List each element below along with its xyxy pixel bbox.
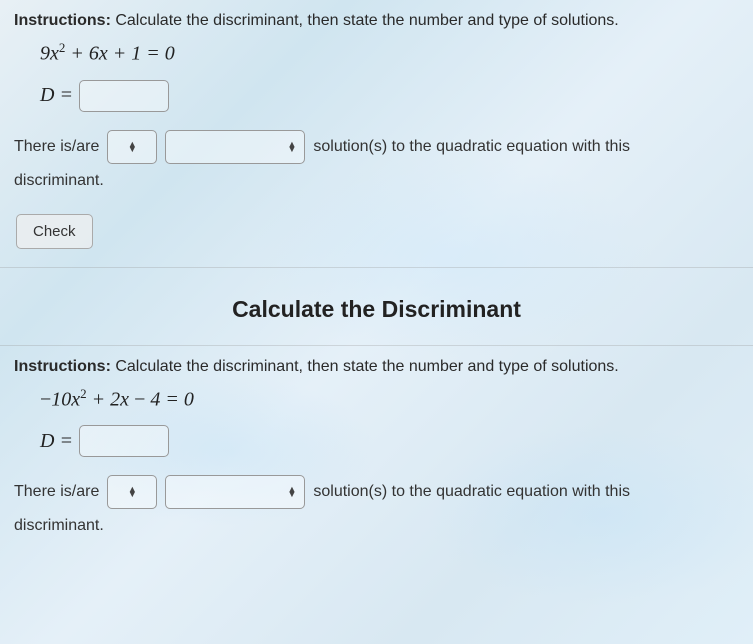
problem-2: Instructions: Calculate the discriminant… bbox=[0, 346, 753, 562]
type-stepper-2[interactable]: ▲▼ bbox=[165, 475, 305, 509]
instructions-line: Instructions: Calculate the discriminant… bbox=[14, 12, 739, 30]
sentence-after-2: solution(s) to the quadratic equation wi… bbox=[313, 483, 630, 501]
instructions-label: Instructions: bbox=[14, 12, 111, 29]
instructions-label-2: Instructions: bbox=[14, 358, 111, 375]
stepper-arrows-icon: ▲▼ bbox=[128, 142, 137, 152]
discriminant-row-2: D = bbox=[40, 425, 739, 457]
stepper-arrows-icon: ▲▼ bbox=[287, 142, 296, 152]
sentence-end-row-2: discriminant. bbox=[14, 517, 739, 535]
sentence-before-2: There is/are bbox=[14, 483, 99, 501]
problem-1: Instructions: Calculate the discriminant… bbox=[0, 0, 753, 267]
sentence-end-2: discriminant. bbox=[14, 517, 104, 535]
count-stepper-2[interactable]: ▲▼ bbox=[107, 475, 157, 509]
sentence-after: solution(s) to the quadratic equation wi… bbox=[313, 138, 630, 156]
sentence-end-row-1: discriminant. bbox=[14, 172, 739, 190]
sentence-before: There is/are bbox=[14, 138, 99, 156]
equation-2: −10x2 + 2x − 4 = 0 bbox=[40, 386, 739, 412]
section-heading: Calculate the Discriminant bbox=[0, 267, 753, 345]
instructions-line-2: Instructions: Calculate the discriminant… bbox=[14, 358, 739, 376]
type-stepper-1[interactable]: ▲▼ bbox=[165, 130, 305, 164]
sentence-row-2: There is/are ▲▼ ▲▼ solution(s) to the qu… bbox=[14, 475, 739, 509]
sentence-row-1: There is/are ▲▼ ▲▼ solution(s) to the qu… bbox=[14, 130, 739, 164]
sentence-end: discriminant. bbox=[14, 172, 104, 190]
instructions-text: Calculate the discriminant, then state t… bbox=[111, 12, 619, 29]
equation-1: 9x2 + 6x + 1 = 0 bbox=[40, 40, 739, 66]
stepper-arrows-icon: ▲▼ bbox=[128, 487, 137, 497]
check-button[interactable]: Check bbox=[16, 214, 93, 249]
discriminant-input-2[interactable] bbox=[79, 425, 169, 457]
d-label-2: D = bbox=[40, 430, 73, 453]
discriminant-input-1[interactable] bbox=[79, 80, 169, 112]
instructions-text-2: Calculate the discriminant, then state t… bbox=[111, 358, 619, 375]
d-label: D = bbox=[40, 84, 73, 107]
stepper-arrows-icon: ▲▼ bbox=[287, 487, 296, 497]
discriminant-row-1: D = bbox=[40, 80, 739, 112]
count-stepper-1[interactable]: ▲▼ bbox=[107, 130, 157, 164]
